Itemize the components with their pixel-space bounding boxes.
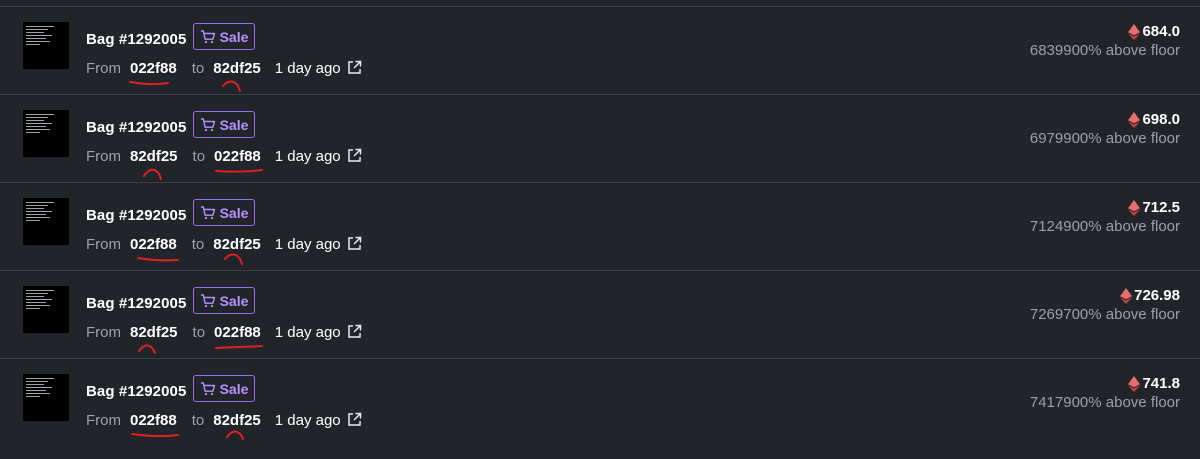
item-name[interactable]: Bag #1292005 bbox=[86, 207, 186, 224]
sale-badge: Sale bbox=[193, 199, 255, 226]
item-name[interactable]: Bag #1292005 bbox=[86, 31, 186, 48]
from-label: From bbox=[86, 412, 121, 429]
floor-difference: 6839900% above floor bbox=[1029, 42, 1180, 59]
to-address[interactable]: 022f88 bbox=[214, 324, 261, 341]
price-value: 712.5 bbox=[1142, 199, 1180, 216]
price-block: 726.98 7269700% above floor bbox=[1030, 287, 1180, 323]
sale-badge: Sale bbox=[193, 23, 255, 50]
cart-icon bbox=[200, 117, 215, 131]
red-caret-annotation bbox=[143, 168, 162, 180]
sale-badge: Sale bbox=[193, 375, 255, 402]
bag-thumbnail[interactable] bbox=[23, 110, 69, 157]
red-caret-annotation bbox=[226, 430, 244, 440]
timestamp[interactable]: 1 day ago bbox=[275, 324, 341, 341]
list-item[interactable]: Bag #1292005 Sale From 022f88 to 82df25 1 da… bbox=[0, 183, 1200, 271]
item-name[interactable]: Bag #1292005 bbox=[86, 119, 186, 136]
eth-icon bbox=[1128, 111, 1141, 128]
to-label: to bbox=[191, 60, 205, 77]
timestamp[interactable]: 1 day ago bbox=[275, 412, 341, 429]
cart-icon bbox=[200, 381, 215, 395]
from-address[interactable]: 82df25 bbox=[130, 148, 178, 165]
red-caret-annotation bbox=[222, 80, 241, 92]
floor-difference: 7269700% above floor bbox=[1029, 306, 1180, 323]
floor-difference: 7417900% above floor bbox=[1029, 394, 1180, 411]
to-label: to bbox=[191, 412, 205, 429]
transfer-info: From 82df25 to 022f88 1 day ago bbox=[86, 324, 362, 341]
from-label: From bbox=[86, 236, 121, 253]
list-item[interactable]: Bag #1292005 Sale From 022f88 to 82df25 1 da… bbox=[0, 7, 1200, 95]
red-underline-annotation bbox=[131, 433, 179, 438]
sale-badge: Sale bbox=[193, 111, 255, 138]
timestamp[interactable]: 1 day ago bbox=[275, 60, 341, 77]
floor-difference: 6979900% above floor bbox=[1029, 130, 1180, 147]
red-underline-annotation bbox=[137, 257, 179, 262]
to-label: to bbox=[192, 148, 206, 165]
price-value: 698.0 bbox=[1142, 111, 1180, 128]
from-address[interactable]: 022f88 bbox=[130, 412, 177, 429]
from-label: From bbox=[86, 60, 121, 77]
list-item[interactable]: Bag #1292005 Sale From 82df25 to 022f88 1 da… bbox=[0, 271, 1200, 359]
from-label: From bbox=[86, 324, 121, 341]
sale-badge: Sale bbox=[193, 287, 255, 314]
list-top-divider bbox=[0, 0, 1200, 7]
timestamp[interactable]: 1 day ago bbox=[275, 236, 341, 253]
external-link-icon[interactable] bbox=[347, 324, 362, 339]
list-item[interactable]: Bag #1292005 Sale From 022f88 to 82df25 1 da… bbox=[0, 359, 1200, 447]
bag-thumbnail[interactable] bbox=[23, 22, 69, 69]
sale-label: Sale bbox=[219, 292, 249, 309]
sale-label: Sale bbox=[219, 380, 249, 397]
external-link-icon[interactable] bbox=[347, 236, 362, 251]
from-address[interactable]: 022f88 bbox=[130, 60, 177, 77]
transfer-info: From 022f88 to 82df25 1 day ago bbox=[86, 412, 362, 429]
to-label: to bbox=[191, 236, 205, 253]
red-underline-annotation bbox=[215, 345, 263, 349]
to-address[interactable]: 82df25 bbox=[213, 60, 261, 77]
external-link-icon[interactable] bbox=[347, 148, 362, 163]
price-value: 726.98 bbox=[1134, 287, 1180, 304]
eth-icon bbox=[1120, 287, 1133, 304]
cart-icon bbox=[200, 29, 215, 43]
cart-icon bbox=[200, 293, 215, 307]
price-value: 741.8 bbox=[1142, 375, 1180, 392]
bag-thumbnail[interactable] bbox=[23, 198, 69, 245]
from-address[interactable]: 82df25 bbox=[130, 324, 178, 341]
red-caret-annotation bbox=[224, 253, 243, 265]
to-address[interactable]: 82df25 bbox=[213, 236, 261, 253]
list-item[interactable]: Bag #1292005 Sale From 82df25 to 022f88 1 da… bbox=[0, 95, 1200, 183]
red-underline-annotation bbox=[215, 169, 263, 173]
sales-activity-list: Bag #1292005 Sale From 022f88 to 82df25 1 da… bbox=[0, 7, 1200, 447]
sale-label: Sale bbox=[219, 28, 249, 45]
price-block: 684.0 6839900% above floor bbox=[1030, 23, 1180, 59]
item-name[interactable]: Bag #1292005 bbox=[86, 295, 186, 312]
to-label: to bbox=[192, 324, 206, 341]
bag-thumbnail[interactable] bbox=[23, 374, 69, 421]
from-address[interactable]: 022f88 bbox=[130, 236, 177, 253]
red-underline-annotation bbox=[129, 81, 169, 86]
eth-icon bbox=[1128, 375, 1141, 392]
sale-label: Sale bbox=[219, 204, 249, 221]
price-block: 698.0 6979900% above floor bbox=[1030, 111, 1180, 147]
external-link-icon[interactable] bbox=[347, 60, 362, 75]
red-caret-annotation bbox=[138, 344, 156, 354]
timestamp[interactable]: 1 day ago bbox=[275, 148, 341, 165]
price-value: 684.0 bbox=[1142, 23, 1180, 40]
to-address[interactable]: 82df25 bbox=[213, 412, 261, 429]
transfer-info: From 022f88 to 82df25 1 day ago bbox=[86, 60, 362, 77]
item-name[interactable]: Bag #1292005 bbox=[86, 383, 186, 400]
transfer-info: From 82df25 to 022f88 1 day ago bbox=[86, 148, 362, 165]
price-block: 712.5 7124900% above floor bbox=[1030, 199, 1180, 235]
eth-icon bbox=[1128, 23, 1141, 40]
eth-icon bbox=[1128, 199, 1141, 216]
to-address[interactable]: 022f88 bbox=[214, 148, 261, 165]
from-label: From bbox=[86, 148, 121, 165]
cart-icon bbox=[200, 205, 215, 219]
bag-thumbnail[interactable] bbox=[23, 286, 69, 333]
sale-label: Sale bbox=[219, 116, 249, 133]
external-link-icon[interactable] bbox=[347, 412, 362, 427]
floor-difference: 7124900% above floor bbox=[1029, 218, 1180, 235]
transfer-info: From 022f88 to 82df25 1 day ago bbox=[86, 236, 362, 253]
price-block: 741.8 7417900% above floor bbox=[1030, 375, 1180, 411]
